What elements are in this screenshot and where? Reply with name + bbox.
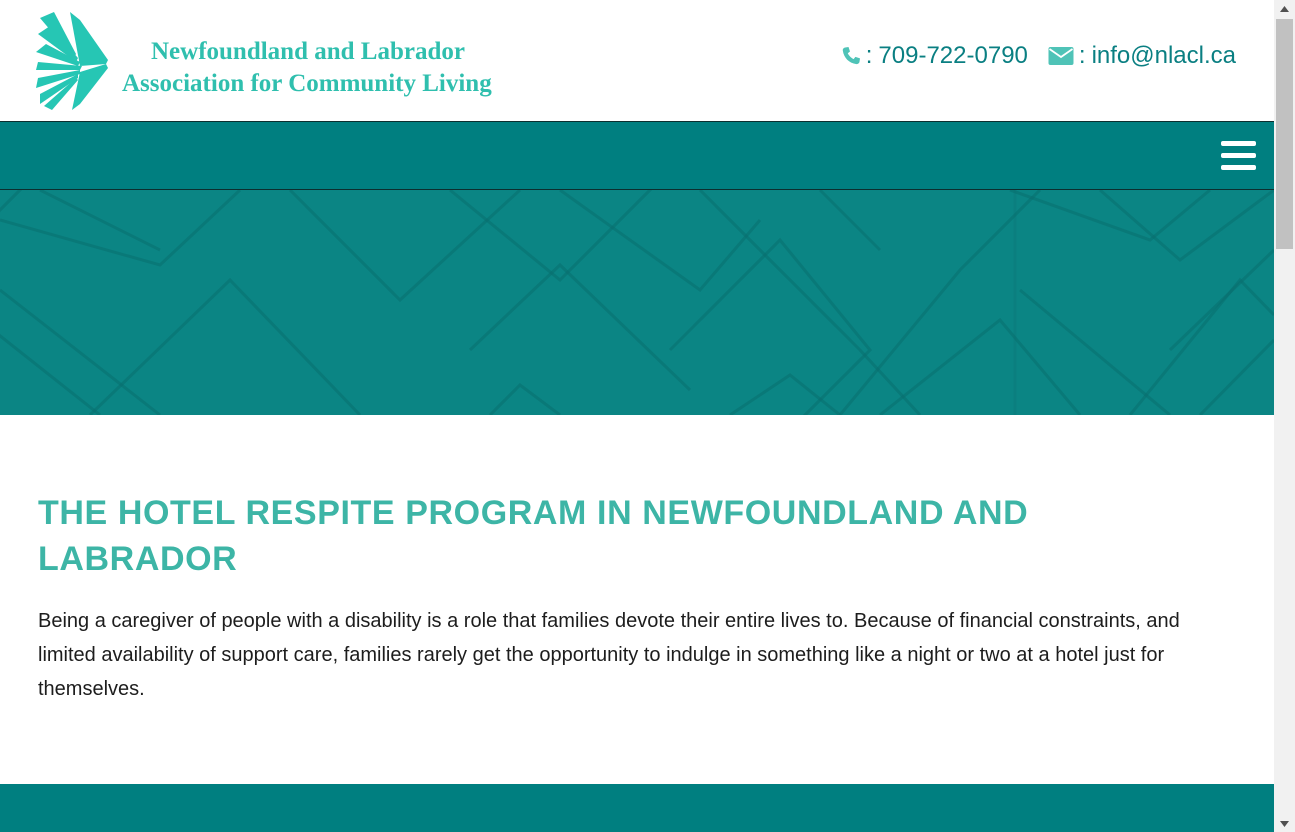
phone-icon [842,47,860,65]
hero-banner [0,190,1274,415]
email-contact[interactable]: : info@nlacl.ca [1048,42,1236,70]
contact-info: : 709-722-0790 : info@nlacl.ca [841,42,1236,70]
starburst-logo-icon [36,12,108,110]
site-header: Newfoundland and Labrador Association fo… [0,0,1274,121]
page: Newfoundland and Labrador Association fo… [0,0,1274,832]
footer-band [0,784,1274,832]
intro-paragraph: Being a caregiver of people with a disab… [38,610,1180,700]
scroll-up-arrow-icon [1280,5,1289,12]
main-content: THE HOTEL RESPITE PROGRAM IN NEWFOUNDLAN… [38,490,1228,706]
phone-separator: : [865,42,873,69]
scrollbar-thumb[interactable] [1276,19,1293,249]
email-separator: : [1078,42,1086,69]
scroll-down-arrow-icon [1280,820,1289,827]
hamburger-menu-icon[interactable] [1221,141,1256,170]
phone-contact[interactable]: : 709-722-0790 [841,42,1028,70]
email-address: info@nlacl.ca [1091,42,1236,69]
main-nav-bar [0,121,1274,190]
scroll-up-button[interactable] [1274,0,1295,17]
phone-number: 709-722-0790 [878,42,1028,69]
vertical-scrollbar[interactable] [1274,0,1295,832]
page-title: THE HOTEL RESPITE PROGRAM IN NEWFOUNDLAN… [38,494,1029,578]
scroll-down-button[interactable] [1274,815,1295,832]
geometric-pattern [0,190,1274,415]
envelope-icon [1048,47,1074,65]
logo-line-2: Association for Community Living [122,70,492,97]
logo-line-1: Newfoundland and Labrador [151,38,465,65]
logo-wordmark[interactable]: Newfoundland and Labrador Association fo… [122,36,492,100]
